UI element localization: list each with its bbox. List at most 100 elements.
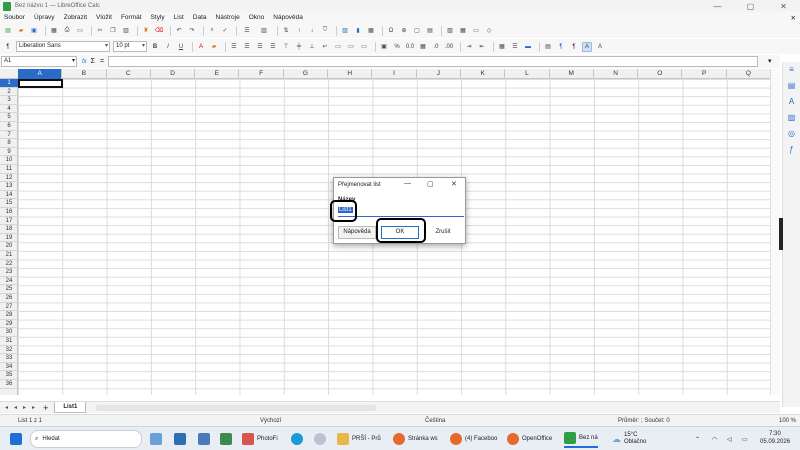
add-decimal-icon[interactable]: .0 xyxy=(431,42,441,52)
show-draw-functions-icon[interactable]: ◇ xyxy=(484,26,494,36)
row-header-13[interactable]: 13 xyxy=(0,182,18,191)
cut-icon[interactable]: ✂ xyxy=(95,26,105,36)
pivot-table-icon[interactable]: ▦ xyxy=(366,26,376,36)
menu-nastroje[interactable]: Nástroje xyxy=(216,14,240,21)
taskbar-photofi[interactable]: PhotoFi xyxy=(242,430,278,448)
menu-vlozit[interactable]: Vložit xyxy=(96,14,112,21)
column-header-l[interactable]: L xyxy=(505,69,550,79)
comment-icon[interactable]: ▢ xyxy=(412,26,422,36)
column-header-b[interactable]: B xyxy=(62,69,107,79)
row-header-12[interactable]: 12 xyxy=(0,174,18,183)
column-header-c[interactable]: C xyxy=(107,69,151,79)
dialog-minimize-button[interactable]: — xyxy=(404,180,411,187)
row-header-18[interactable]: 18 xyxy=(0,225,18,234)
column-header-a[interactable]: A xyxy=(18,69,63,79)
sort-ascending-icon[interactable]: ↑ xyxy=(294,26,304,36)
copy-icon[interactable]: ❐ xyxy=(108,26,118,36)
bold-button[interactable]: B xyxy=(150,42,160,52)
cancel-button[interactable]: Zrušit xyxy=(424,226,462,239)
taskbar-openoffice[interactable]: OpenOffice xyxy=(507,430,552,448)
taskbar-search[interactable]: ⌕ Hledat xyxy=(30,430,142,448)
define-print-area-icon[interactable]: ▧ xyxy=(445,26,455,36)
row-header-28[interactable]: 28 xyxy=(0,311,18,320)
edge-icon[interactable] xyxy=(291,430,306,448)
row-header-14[interactable]: 14 xyxy=(0,191,18,200)
sort-descending-icon[interactable]: ↓ xyxy=(307,26,317,36)
pinned-app-3[interactable] xyxy=(198,430,213,448)
justify-icon[interactable]: ☰ xyxy=(268,42,278,52)
row-header-17[interactable]: 17 xyxy=(0,217,18,226)
hyperlink-icon[interactable]: ⊕ xyxy=(399,26,409,36)
row-header-22[interactable]: 22 xyxy=(0,260,18,269)
autofilter-icon[interactable]: ⛉ xyxy=(320,26,330,36)
text-direction-lr-icon[interactable]: A xyxy=(582,41,592,52)
taskbar-bez-nazvu[interactable]: Bez ná xyxy=(564,430,598,448)
row-header-24[interactable]: 24 xyxy=(0,277,18,286)
wrap-text-icon[interactable]: ↵ xyxy=(320,42,330,52)
menu-zobrazit[interactable]: Zobrazit xyxy=(64,14,87,21)
prev-sheet-icon[interactable]: ◂ xyxy=(14,404,17,411)
freeze-rows-columns-icon[interactable]: ▦ xyxy=(458,26,468,36)
start-button[interactable] xyxy=(10,430,25,448)
row-header-19[interactable]: 19 xyxy=(0,234,18,243)
right-to-left-icon[interactable]: ¶ xyxy=(569,42,579,52)
row-header-27[interactable]: 27 xyxy=(0,303,18,312)
functions-icon[interactable]: ƒ xyxy=(786,145,798,157)
special-character-icon[interactable]: Ω xyxy=(386,26,396,36)
add-sheet-icon[interactable]: + xyxy=(43,403,48,413)
align-bottom-icon[interactable]: ⊥ xyxy=(307,42,317,52)
column-header-o[interactable]: O xyxy=(638,69,683,79)
left-to-right-icon[interactable]: ¶ xyxy=(556,42,566,52)
open-folder-icon[interactable]: ▰ xyxy=(16,26,26,36)
volume-icon[interactable]: ◁ xyxy=(727,430,732,448)
row-header-16[interactable]: 16 xyxy=(0,208,18,217)
column-icon[interactable]: ▥ xyxy=(257,26,271,36)
taskbar-prsi[interactable]: PRŠÍ - Prů xyxy=(337,430,381,448)
maximize-button[interactable]: ▢ xyxy=(734,2,767,11)
highlight-color-icon[interactable]: ▰ xyxy=(209,42,219,52)
pinned-app-4[interactable] xyxy=(220,430,235,448)
border-color-icon[interactable]: ▬ xyxy=(523,42,533,52)
task-view-app[interactable] xyxy=(150,430,165,448)
sidebar-menu-icon[interactable]: ≡ xyxy=(786,65,798,77)
battery-icon[interactable]: ▭ xyxy=(742,430,748,448)
menu-okno[interactable]: Okno xyxy=(249,14,265,21)
column-header-k[interactable]: K xyxy=(461,69,506,79)
row-header-6[interactable]: 6 xyxy=(0,122,18,131)
minimize-button[interactable]: — xyxy=(701,2,734,11)
status-zoom[interactable]: 100 % xyxy=(779,418,796,424)
print-preview-icon[interactable]: ▭ xyxy=(75,26,85,36)
properties-icon[interactable]: ▤ xyxy=(786,81,798,93)
decrease-indent-icon[interactable]: ⇤ xyxy=(477,42,487,52)
row-header-31[interactable]: 31 xyxy=(0,337,18,346)
row-header-29[interactable]: 29 xyxy=(0,320,18,329)
column-header-j[interactable]: J xyxy=(417,69,461,79)
chevron-up-icon[interactable]: ⌃ xyxy=(695,430,700,448)
column-header-m[interactable]: M xyxy=(550,69,594,79)
weather-widget[interactable]: ☁ 15°C Oblačno xyxy=(612,430,646,448)
menu-soubor[interactable]: Soubor xyxy=(4,14,25,21)
align-center-icon[interactable]: ☰ xyxy=(242,42,252,52)
wifi-icon[interactable]: ◠ xyxy=(712,430,717,448)
clear-formatting-icon[interactable]: ⌫ xyxy=(154,26,164,36)
row-header-36[interactable]: 36 xyxy=(0,380,18,389)
increase-indent-icon[interactable]: ⇥ xyxy=(464,42,474,52)
number-format-button[interactable]: 0.0 xyxy=(405,42,415,52)
menu-styly[interactable]: Styly xyxy=(151,14,165,21)
font-size-combo[interactable]: 10 pt xyxy=(113,41,147,52)
row-header-8[interactable]: 8 xyxy=(0,139,18,148)
row-header-21[interactable]: 21 xyxy=(0,251,18,260)
pinned-app-globe[interactable] xyxy=(314,430,329,448)
italic-button[interactable]: I xyxy=(163,42,173,52)
menu-upravy[interactable]: Úpravy xyxy=(34,14,55,21)
last-sheet-icon[interactable]: ▸ xyxy=(32,404,35,411)
text-direction-tb-icon[interactable]: A xyxy=(595,42,605,52)
font-name-combo[interactable]: Liberation Sans xyxy=(16,41,110,52)
dialog-maximize-button[interactable]: ▢ xyxy=(427,180,434,188)
undo-icon[interactable]: ↶ xyxy=(174,26,184,36)
font-color-icon[interactable]: A xyxy=(196,42,206,52)
row-header-2[interactable]: 2 xyxy=(0,88,18,97)
new-document-icon[interactable]: ▤ xyxy=(3,26,13,36)
currency-format-icon[interactable]: ▣ xyxy=(379,42,389,52)
column-header-i[interactable]: I xyxy=(372,69,417,79)
